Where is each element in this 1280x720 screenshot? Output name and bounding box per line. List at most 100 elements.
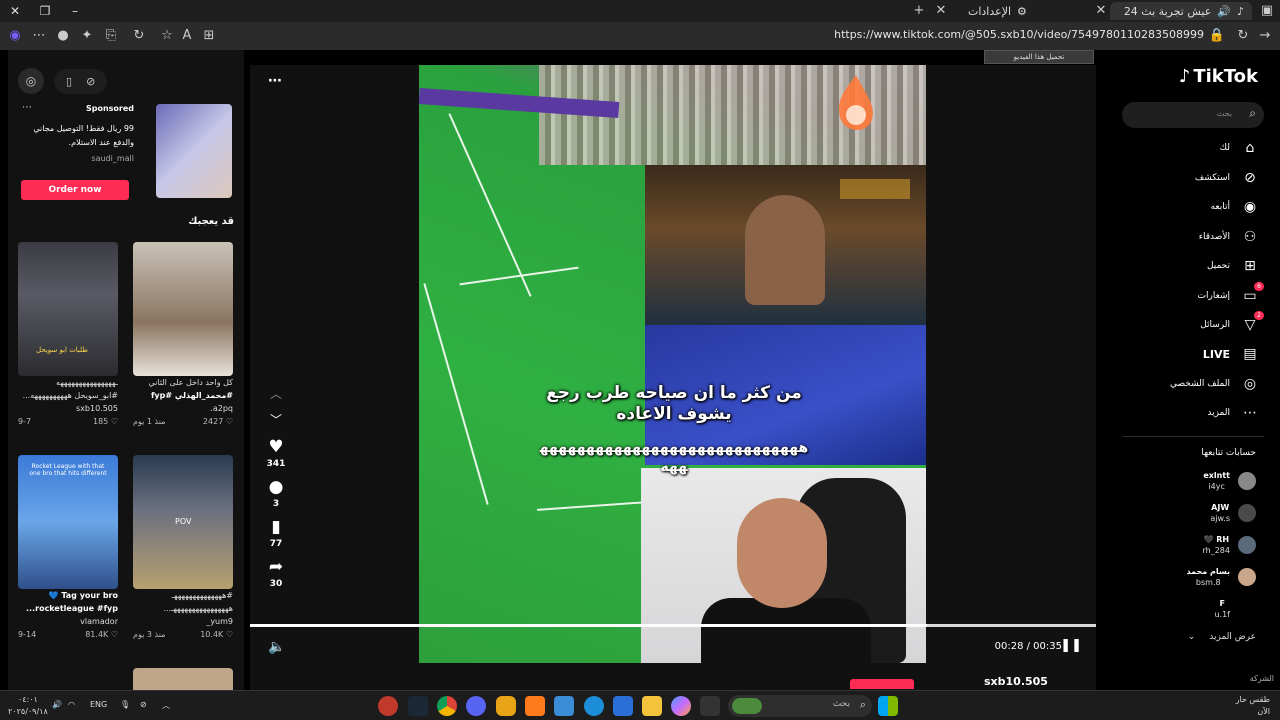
- followed-account[interactable]: exlntt i4yc: [1203, 470, 1256, 492]
- close-tab-icon[interactable]: ✕: [932, 2, 950, 20]
- share-arrow-icon[interactable]: ➦: [258, 557, 294, 577]
- close-tab-icon[interactable]: ✕: [1092, 2, 1110, 20]
- copilot-icon[interactable]: [671, 696, 691, 716]
- followed-account[interactable]: AJW ajw.s: [1210, 502, 1256, 524]
- nav-live[interactable]: ▤ LIVE: [1203, 344, 1258, 364]
- tray-chevron-up-icon[interactable]: ︿: [162, 700, 170, 711]
- app-icon[interactable]: [700, 696, 720, 716]
- card-author[interactable]: sxb10.505: [18, 402, 118, 415]
- bookmark-icon[interactable]: ▮: [258, 517, 294, 537]
- video-thumbnail[interactable]: طلبات ابو سويحل: [18, 242, 118, 376]
- discord-icon[interactable]: [466, 696, 486, 716]
- refresh-icon[interactable]: ↻: [130, 27, 148, 45]
- followed-account[interactable]: RH 🖤 rh_284: [1203, 534, 1256, 556]
- tab-settings[interactable]: ⚙ الإعدادات: [968, 2, 1027, 20]
- more-options-icon[interactable]: ⋯: [268, 73, 283, 89]
- nav-for-you[interactable]: ⌂ لك: [1220, 138, 1258, 158]
- nav-explore[interactable]: ⊘ استكشف: [1195, 168, 1258, 188]
- follow-button[interactable]: [850, 679, 914, 689]
- nav-profile[interactable]: ◎ الملف الشخصي: [1170, 374, 1258, 394]
- reload-icon[interactable]: ↻: [1234, 27, 1252, 45]
- followed-account[interactable]: Fu.1f: [1214, 598, 1256, 620]
- video-thumbnail[interactable]: Rocket League with that one bro that hit…: [18, 455, 118, 589]
- chrome-icon[interactable]: [437, 696, 457, 716]
- app-icon[interactable]: [554, 696, 574, 716]
- read-aloud-icon[interactable]: A: [178, 27, 196, 45]
- video-card[interactable]: POV #ههههههههههههههـ ههههههههههههههههـ..…: [133, 455, 233, 641]
- edge-icon[interactable]: [584, 696, 604, 716]
- split-screen-icon[interactable]: ⊞: [200, 27, 218, 45]
- nav-following[interactable]: ◉ أتابعه: [1211, 197, 1258, 217]
- tiktok-logo[interactable]: ♪ TikTok: [1179, 66, 1258, 87]
- minimize-window-icon[interactable]: –: [60, 4, 90, 18]
- profile-icon[interactable]: ●: [54, 27, 72, 45]
- sponsored-ad[interactable]: ⋯ Sponsored 99 ريال فقط! التوصيل مجاني و…: [18, 102, 238, 202]
- video-thumbnail[interactable]: [133, 668, 233, 690]
- app-icon[interactable]: [525, 696, 545, 716]
- card-author[interactable]: a2pq.: [133, 402, 233, 415]
- microphone-icon[interactable]: 🎙: [120, 700, 130, 709]
- weather-widget[interactable]: طقس حار الآن: [1236, 694, 1270, 718]
- volume-icon[interactable]: 🔈: [268, 639, 285, 655]
- video-frame[interactable]: من كثر ما ان صياحه طرب رجع يشوف الاعاده …: [419, 65, 926, 663]
- download-video-popup[interactable]: تحميل هذا الفيديو: [984, 50, 1094, 64]
- search-icon[interactable]: ⌕: [1249, 106, 1256, 121]
- video-card[interactable]: طلبات ابو سويحل ـهههههههههههههههه #ابو_س…: [18, 242, 118, 428]
- menu-dots-icon[interactable]: ⋯: [30, 27, 48, 45]
- taskbar-search-input[interactable]: بحث ⌕: [728, 695, 872, 717]
- app-icon[interactable]: [496, 696, 516, 716]
- copilot-icon[interactable]: ◉: [6, 27, 24, 45]
- compass-icon[interactable]: ⊘: [86, 75, 95, 88]
- nav-notifications[interactable]: ▭ 6 إشعارات: [1198, 282, 1264, 306]
- account-avatar[interactable]: ◎: [18, 68, 44, 94]
- video-thumbnail[interactable]: [133, 242, 233, 376]
- chevron-down-icon[interactable]: ﹀: [258, 407, 294, 433]
- tab-actions-icon[interactable]: ▣: [1258, 2, 1276, 20]
- order-now-button[interactable]: Order now: [21, 180, 129, 200]
- file-explorer-icon[interactable]: [642, 696, 662, 716]
- lock-icon[interactable]: 🔒: [1208, 27, 1226, 45]
- app-icon[interactable]: [378, 696, 398, 716]
- restore-window-icon[interactable]: ❐: [30, 4, 60, 18]
- extensions-icon[interactable]: ✦: [78, 27, 96, 45]
- ad-thumbnail[interactable]: [156, 104, 232, 198]
- favorite-star-icon[interactable]: ☆: [158, 27, 176, 45]
- chevron-up-icon[interactable]: ︿: [258, 381, 294, 407]
- video-card[interactable]: Rocket League with that one bro that hit…: [18, 455, 118, 641]
- video-thumbnail[interactable]: POV: [133, 455, 233, 589]
- search-input[interactable]: بحث ⌕: [1122, 102, 1264, 128]
- comment-icon[interactable]: ●: [258, 477, 294, 497]
- card-author[interactable]: yum9_: [133, 615, 233, 628]
- share-icon[interactable]: ⎘: [102, 27, 120, 45]
- steam-icon[interactable]: [408, 696, 428, 716]
- pause-icon[interactable]: ❚❚: [1060, 638, 1082, 653]
- nav-messages[interactable]: ▽ 2 الرسائل: [1200, 311, 1264, 335]
- back-icon[interactable]: →: [1256, 27, 1274, 45]
- phone-icon[interactable]: ▯: [66, 75, 72, 88]
- language-indicator[interactable]: ENG: [90, 700, 107, 709]
- see-more-link[interactable]: عرض المزيد ⌄: [1188, 632, 1256, 642]
- speaker-icon[interactable]: 🔊: [52, 700, 62, 709]
- clock[interactable]: ٠٤:٠١ ٢٠٢٥/٠٩/١٨: [8, 694, 48, 718]
- card-author[interactable]: vlamador: [18, 615, 118, 628]
- company-link[interactable]: الشركة: [1250, 674, 1274, 683]
- start-windows-icon[interactable]: [878, 696, 898, 716]
- ad-menu-icon[interactable]: ⋯: [22, 102, 32, 113]
- followed-account[interactable]: بسام محمد bsm.8: [1187, 566, 1256, 588]
- speaker-icon[interactable]: 🔊: [1217, 5, 1231, 18]
- close-window-icon[interactable]: ✕: [0, 4, 30, 18]
- nav-more[interactable]: ⋯ المزيد: [1207, 403, 1258, 423]
- url-field[interactable]: https://www.tiktok.com/@505.sxb10/video/…: [834, 28, 1204, 41]
- video-card[interactable]: كل واحد داخل على الثاني #محمد_الهذلي #fy…: [133, 242, 233, 428]
- wifi-icon[interactable]: ◠: [68, 700, 75, 709]
- video-player[interactable]: ⋯ من كثر ما ان صياحه طرب رجع يشوف الاعاد…: [250, 65, 1096, 691]
- tab-tiktok[interactable]: ♪ 🔊 عيش تجربة بث 24 ساعة مع ...: [1110, 2, 1252, 20]
- nav-upload[interactable]: ⊞ تحميل: [1207, 256, 1258, 276]
- nav-friends[interactable]: ⚇ الأصدقاء: [1199, 227, 1258, 247]
- video-progress-bar[interactable]: [250, 624, 1096, 627]
- camera-off-icon[interactable]: ⊘: [140, 700, 147, 709]
- like-heart-icon[interactable]: ♥: [258, 437, 294, 457]
- store-icon[interactable]: [613, 696, 633, 716]
- new-tab-icon[interactable]: +: [910, 2, 928, 20]
- video-author[interactable]: sxb10.505: [984, 675, 1048, 688]
